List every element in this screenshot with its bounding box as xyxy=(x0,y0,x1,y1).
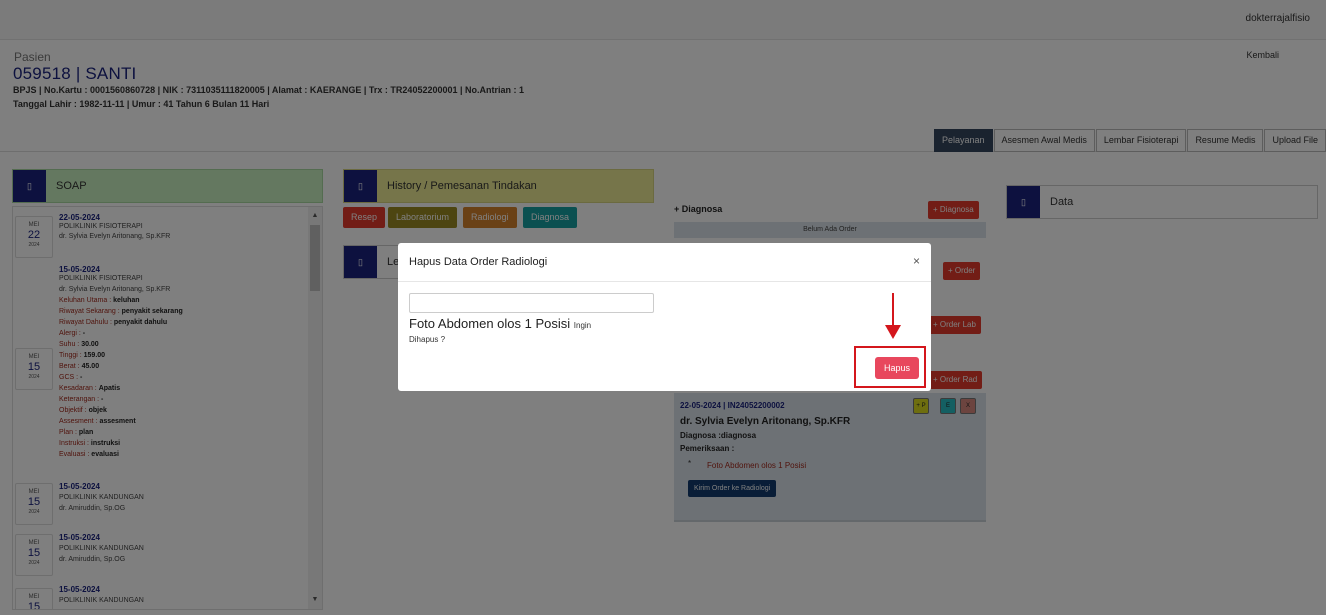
modal-message-line2: Dihapus ? xyxy=(409,335,446,344)
modal-divider xyxy=(398,281,931,282)
annotation-arrow-line xyxy=(892,293,894,326)
annotation-highlight-box xyxy=(854,346,926,388)
modal-title: Hapus Data Order Radiologi xyxy=(409,256,548,268)
modal-message-small: Ingin xyxy=(573,321,592,330)
delete-confirm-modal: Hapus Data Order Radiologi × Foto Abdome… xyxy=(398,243,931,391)
annotation-arrow-icon xyxy=(885,325,901,339)
modal-message: Foto Abdomen olos 1 Posisi Ingin xyxy=(409,316,591,331)
modal-message-main: Foto Abdomen olos 1 Posisi xyxy=(409,316,571,331)
close-icon[interactable]: × xyxy=(913,254,920,268)
modal-hidden-input[interactable] xyxy=(409,293,654,313)
